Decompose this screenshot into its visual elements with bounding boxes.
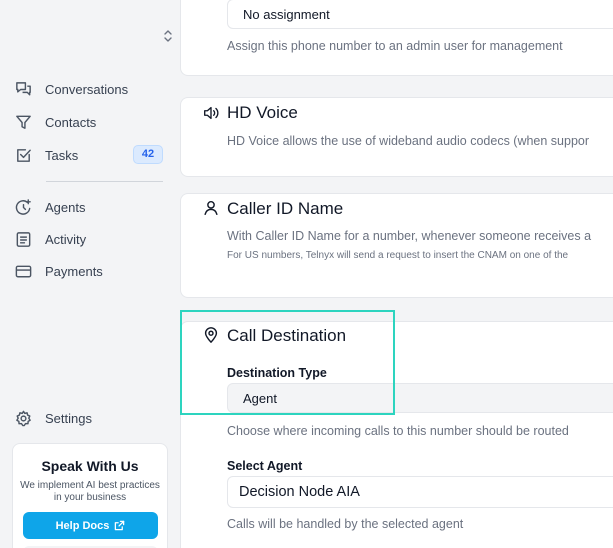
promo-subtitle: We implement AI best practices in your b… — [20, 480, 160, 503]
caller-id-description: With Caller ID Name for a number, whenev… — [227, 229, 592, 243]
select-agent-hint: Calls will be handled by the selected ag… — [227, 517, 464, 531]
credit-card-icon — [15, 265, 32, 277]
workspace-switcher-chevron-icon[interactable] — [161, 29, 175, 45]
promo-title: Speak With Us — [41, 458, 139, 474]
user-icon — [204, 200, 218, 216]
sidebar-item-label: Activity — [45, 231, 87, 247]
document-list-icon — [16, 231, 31, 247]
assignment-select[interactable]: No assignment — [227, 0, 613, 29]
sidebar-item-activity[interactable]: Activity — [14, 227, 164, 251]
external-link-icon — [115, 520, 125, 531]
help-docs-button[interactable]: Help Docs — [23, 512, 158, 539]
sidebar-item-agents[interactable]: Agents — [14, 195, 164, 219]
gear-icon — [16, 410, 31, 426]
sidebar-item-settings[interactable]: Settings — [14, 406, 164, 430]
assignment-value: No assignment — [243, 6, 330, 22]
chat-bubbles-icon — [16, 81, 31, 95]
tasks-count-badge: 42 — [133, 145, 163, 164]
hd-voice-description: HD Voice allows the use of wideband audi… — [227, 134, 590, 148]
sidebar-item-label: Tasks — [45, 147, 79, 163]
sidebar-divider — [46, 181, 163, 182]
sidebar-item-tasks[interactable]: Tasks 42 — [14, 143, 164, 167]
assignment-panel: No assignment Assign this phone number t… — [180, 0, 613, 76]
select-agent-input[interactable]: Decision Node AIA — [227, 476, 613, 508]
destination-type-hint: Choose where incoming calls to this numb… — [227, 424, 569, 438]
call-destination-panel: Call Destination Destination Type Agent … — [180, 321, 613, 548]
select-agent-label: Select Agent — [227, 459, 303, 473]
hd-voice-panel: HD Voice HD Voice allows the use of wide… — [180, 97, 613, 177]
destination-type-value: Agent — [243, 390, 277, 406]
checkbox-icon — [17, 148, 31, 162]
agent-sparkle-icon — [15, 198, 31, 215]
sidebar-item-payments[interactable]: Payments — [14, 259, 164, 283]
caller-id-panel: Caller ID Name With Caller ID Name for a… — [180, 193, 613, 298]
sidebar-item-label: Payments — [45, 263, 103, 279]
call-destination-title: Call Destination — [227, 326, 347, 345]
sidebar: Conversations Contacts Tasks 42 Agents A… — [0, 0, 180, 548]
sidebar-item-label: Agents — [45, 199, 86, 215]
select-agent-value: Decision Node AIA — [239, 484, 360, 500]
hd-voice-title: HD Voice — [227, 103, 298, 122]
location-pin-icon — [204, 327, 218, 343]
sidebar-item-label: Contacts — [45, 114, 97, 130]
help-docs-label: Help Docs — [55, 519, 110, 532]
speak-with-us-card: Speak With Us We implement AI best pract… — [12, 443, 168, 548]
assignment-description: Assign this phone number to an admin use… — [227, 39, 563, 53]
settings-label: Settings — [45, 410, 92, 426]
caller-id-note: For US numbers, Telnyx will send a reque… — [227, 250, 569, 261]
sidebar-item-label: Conversations — [45, 81, 129, 97]
sidebar-item-contacts[interactable]: Contacts — [14, 110, 164, 134]
destination-type-label: Destination Type — [227, 366, 327, 380]
funnel-icon — [16, 115, 31, 129]
sidebar-item-conversations[interactable]: Conversations — [14, 77, 164, 101]
speaker-icon — [204, 106, 219, 120]
caller-id-title: Caller ID Name — [227, 199, 344, 218]
destination-type-select[interactable]: Agent — [227, 383, 613, 413]
